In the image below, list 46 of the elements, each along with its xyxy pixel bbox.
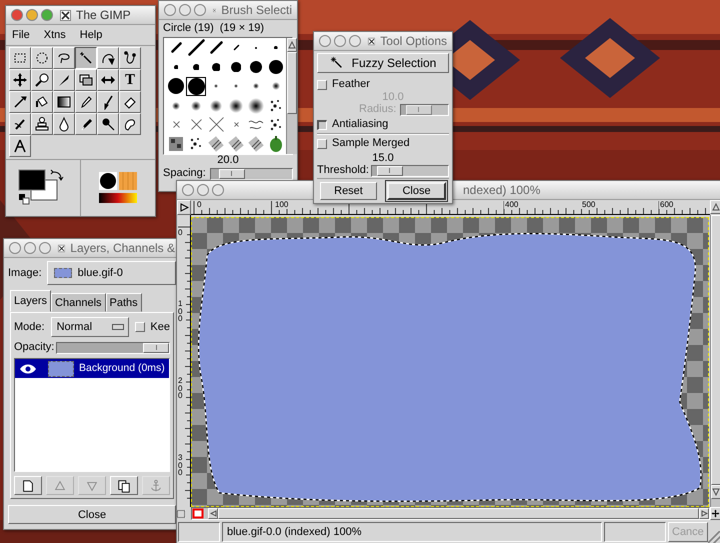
- ruler-label: 0: [196, 201, 202, 209]
- close-button[interactable]: Close: [8, 505, 176, 524]
- ruler-label: 500: [581, 201, 596, 209]
- threshold-value: 15.0: [372, 152, 394, 164]
- brush-size: (19 × 19): [220, 22, 264, 35]
- ruler-label: 100: [274, 201, 290, 209]
- sample-merged-label: Sample Merged: [332, 137, 410, 150]
- window-title: Tool Options: [380, 34, 447, 48]
- ruler-label: 400: [504, 201, 520, 209]
- image-selector[interactable]: blue.gif-0: [46, 261, 176, 285]
- tab[interactable]: Channels: [51, 293, 106, 312]
- antialiasing-label: Antialiasing: [332, 118, 388, 131]
- spacing-label: Spacing:: [163, 167, 206, 180]
- dialog-button[interactable]: Close: [387, 182, 446, 200]
- radius-value: 10.0: [382, 91, 404, 103]
- menu-item[interactable]: Help: [80, 29, 102, 41]
- ruler-label: 200: [178, 377, 186, 400]
- image-label: Image:: [8, 266, 42, 280]
- menu-item[interactable]: File: [12, 29, 30, 41]
- tool-button[interactable]: Fuzzy Selection: [317, 53, 449, 73]
- ruler-label: 300: [178, 454, 186, 477]
- text-tool-button[interactable]: T: [119, 69, 141, 91]
- dialog-button[interactable]: Reset: [320, 182, 377, 200]
- mode-dropdown[interactable]: Normal: [50, 317, 130, 337]
- menu-item[interactable]: Xtns: [44, 29, 66, 41]
- window-title: Layers, Channels &: [70, 241, 175, 255]
- keep-trans-label: Kee: [150, 320, 170, 334]
- window-title: ndexed) 100%: [463, 183, 540, 197]
- ruler-label: 100: [178, 300, 186, 323]
- mode-value: Normal: [56, 320, 92, 334]
- status-text: blue.gif-0.0 (indexed) 100%: [222, 522, 602, 542]
- tab[interactable]: Paths: [106, 293, 142, 312]
- image-name: blue.gif-0: [78, 266, 123, 280]
- spacing-value: 20.0: [217, 155, 239, 167]
- window-title: The GIMP: [76, 8, 131, 22]
- mode-label: Mode:: [14, 320, 45, 334]
- layer-row[interactable]: Background (0ms): [15, 359, 169, 378]
- window-title: Brush Selecti: [221, 3, 292, 17]
- radius-label: Radius:: [359, 103, 396, 116]
- ruler-label: 600: [659, 201, 674, 209]
- opacity-label: Opacity:: [14, 341, 54, 354]
- brush-name: Circle (19): [163, 22, 214, 35]
- feather-label: Feather: [332, 78, 370, 91]
- layer-name: Background (0ms): [79, 362, 165, 375]
- tab[interactable]: Layers: [10, 290, 52, 312]
- threshold-label: Threshold:: [317, 164, 369, 177]
